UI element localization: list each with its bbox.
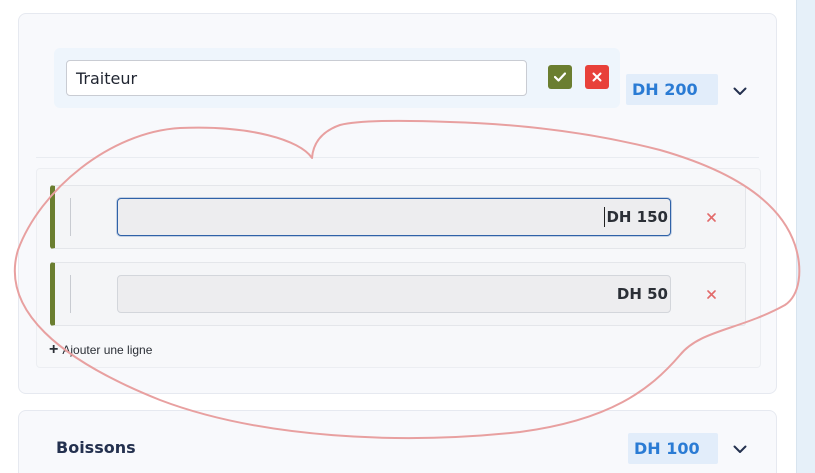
- category-name-value: Traiteur: [76, 68, 138, 88]
- chevron-down-icon: [733, 87, 747, 95]
- right-scroll-strip: [796, 0, 815, 473]
- check-icon: [554, 72, 566, 82]
- plus-icon: +: [49, 341, 59, 358]
- cancel-name-button[interactable]: [585, 65, 609, 89]
- remove-line-button[interactable]: [704, 287, 718, 301]
- category-total-boissons: DH 100: [628, 433, 718, 464]
- category-title-boissons: Boissons: [56, 438, 136, 457]
- add-line-button[interactable]: + Ajouter une ligne: [49, 342, 152, 358]
- line-amount-value: DH 150: [606, 208, 668, 226]
- line-amount-value: DH 50: [616, 285, 668, 303]
- drag-handle[interactable]: [70, 275, 71, 313]
- section-divider: [36, 157, 759, 158]
- category-total-traiteur: DH 200: [626, 74, 718, 105]
- close-icon: [592, 72, 602, 82]
- text-caret: [604, 207, 606, 227]
- remove-line-button[interactable]: [704, 210, 718, 224]
- close-icon: [706, 289, 716, 299]
- expand-boissons-toggle[interactable]: [732, 441, 748, 457]
- add-line-label: Ajouter une ligne: [62, 343, 153, 357]
- chevron-down-icon: [733, 445, 747, 453]
- drag-handle[interactable]: [70, 198, 71, 236]
- confirm-name-button[interactable]: [548, 65, 572, 89]
- expand-traiteur-toggle[interactable]: [732, 83, 748, 99]
- category-name-input[interactable]: Traiteur: [66, 60, 527, 96]
- line-amount-input[interactable]: DH 150: [117, 198, 671, 236]
- close-icon: [706, 212, 716, 222]
- line-amount-input[interactable]: DH 50: [117, 275, 671, 313]
